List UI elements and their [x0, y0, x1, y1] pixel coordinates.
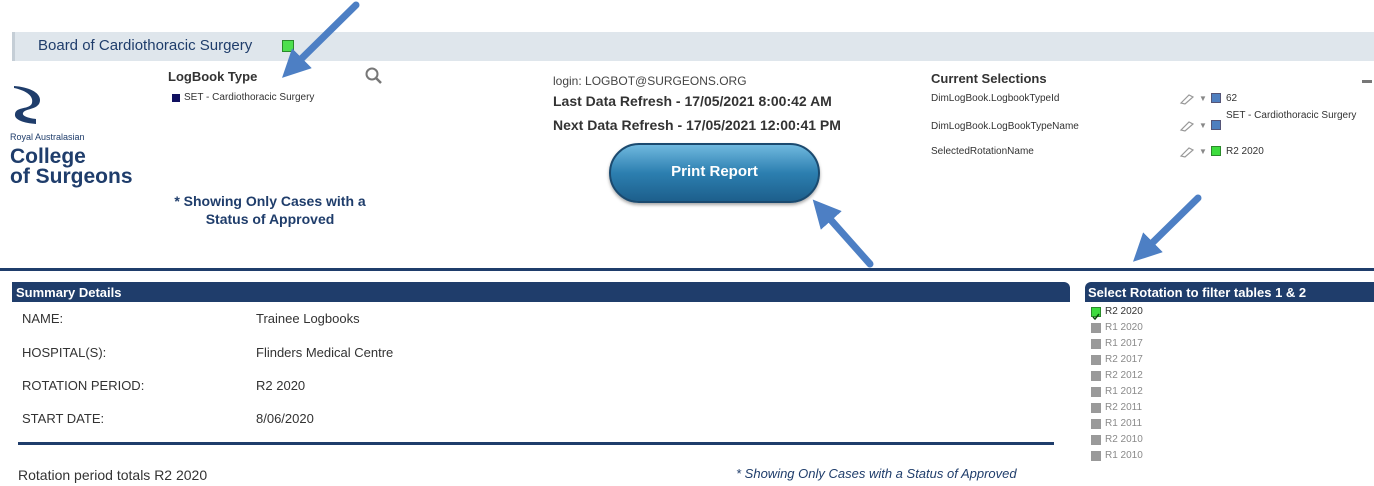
- checkbox-icon[interactable]: [1091, 339, 1101, 349]
- next-refresh-text: Next Data Refresh - 17/05/2021 12:00:41 …: [553, 117, 841, 133]
- selection-field: SelectedRotationName: [931, 146, 1034, 157]
- chevron-down-icon[interactable]: ▼: [1199, 147, 1207, 156]
- arrow-to-rotation-filter: [1133, 194, 1202, 262]
- checkbox-icon[interactable]: [1091, 387, 1101, 397]
- checkbox-icon[interactable]: [1091, 419, 1101, 429]
- logo-org-text: Royal Australasian: [10, 132, 85, 142]
- summary-label: START DATE:: [22, 411, 105, 426]
- rotation-totals-text: Rotation period totals R2 2020: [18, 467, 208, 483]
- selection-value: SET - Cardiothoracic Surgery: [1226, 110, 1357, 121]
- current-selections-title: Current Selections: [931, 71, 1047, 86]
- rotation-filter-item[interactable]: R2 2020: [1105, 306, 1143, 317]
- logbook-type-item[interactable]: SET - Cardiothoracic Surgery: [184, 92, 314, 103]
- chevron-down-icon[interactable]: ▼: [1199, 94, 1207, 103]
- search-icon[interactable]: [364, 66, 384, 86]
- college-logo-icon: [14, 86, 40, 124]
- logo-name-line2: of Surgeons: [10, 165, 133, 188]
- clear-selection-icon[interactable]: [1179, 93, 1195, 105]
- last-refresh-text: Last Data Refresh - 17/05/2021 8:00:42 A…: [553, 93, 832, 109]
- summary-value: 8/06/2020: [256, 411, 314, 426]
- selection-value: R2 2020: [1226, 146, 1264, 157]
- summary-divider: [18, 442, 1054, 445]
- checkbox-icon[interactable]: [1091, 403, 1101, 413]
- rotation-filter-title: Select Rotation to filter tables 1 & 2: [1088, 285, 1307, 300]
- rotation-filter-item[interactable]: R1 2010: [1105, 450, 1143, 461]
- checkbox-icon[interactable]: [1091, 371, 1101, 381]
- checkbox-checked-icon[interactable]: [1091, 307, 1101, 321]
- clear-selection-icon[interactable]: [1179, 146, 1195, 158]
- minimize-icon[interactable]: [1362, 80, 1372, 83]
- summary-value: R2 2020: [256, 378, 306, 393]
- logbook-type-selected-marker: [172, 94, 180, 102]
- checkbox-icon[interactable]: [1091, 451, 1101, 461]
- rotation-filter-item[interactable]: R2 2012: [1105, 370, 1143, 381]
- selection-state-marker: [1211, 120, 1221, 130]
- rotation-filter-item[interactable]: R1 2011: [1105, 418, 1142, 429]
- approved-status-note: * Showing Only Cases with a Status of Ap…: [174, 193, 366, 227]
- rotation-filter-item[interactable]: R2 2010: [1105, 434, 1143, 445]
- summary-label: HOSPITAL(S):: [22, 345, 107, 360]
- section-divider: [0, 268, 1374, 271]
- summary-header-bar: [12, 282, 1070, 302]
- checkbox-icon[interactable]: [1091, 323, 1101, 333]
- status-indicator-icon: [282, 40, 294, 52]
- rotation-filter-item[interactable]: R2 2017: [1105, 354, 1143, 365]
- selection-state-marker: [1211, 93, 1221, 103]
- selection-field: DimLogBook.LogbookTypeId: [931, 93, 1060, 104]
- summary-value: Flinders Medical Centre: [256, 345, 394, 360]
- checkbox-icon[interactable]: [1091, 355, 1101, 365]
- summary-label: ROTATION PERIOD:: [22, 378, 145, 393]
- summary-label: NAME:: [22, 311, 64, 326]
- rotation-filter-item[interactable]: R2 2011: [1105, 402, 1142, 413]
- logbook-type-title: LogBook Type: [168, 69, 258, 84]
- rotation-filter-item[interactable]: R1 2017: [1105, 338, 1143, 349]
- login-text: login: LOGBOT@SURGEONS.ORG: [553, 74, 747, 88]
- selection-value: 62: [1226, 93, 1238, 104]
- checkbox-icon[interactable]: [1091, 435, 1101, 445]
- summary-value: Trainee Logbooks: [256, 311, 360, 326]
- logo-name-line1: College: [10, 145, 86, 168]
- approved-status-note-2: * Showing Only Cases with a Status of Ap…: [736, 466, 1017, 481]
- rotation-filter-item[interactable]: R1 2012: [1105, 386, 1143, 397]
- selection-field: DimLogBook.LogBookTypeName: [931, 121, 1079, 132]
- clear-selection-icon[interactable]: [1179, 120, 1195, 132]
- summary-title: Summary Details: [16, 285, 122, 300]
- print-report-button[interactable]: Print Report: [609, 143, 820, 203]
- logo-name-text: College of Surgeons: [10, 145, 160, 188]
- arrow-to-print-button: [812, 199, 874, 268]
- app-title[interactable]: Board of Cardiothoracic Surgery: [38, 37, 252, 54]
- chevron-down-icon[interactable]: ▼: [1199, 121, 1207, 130]
- selection-state-marker: [1211, 146, 1221, 156]
- rotation-filter-item[interactable]: R1 2020: [1105, 322, 1143, 333]
